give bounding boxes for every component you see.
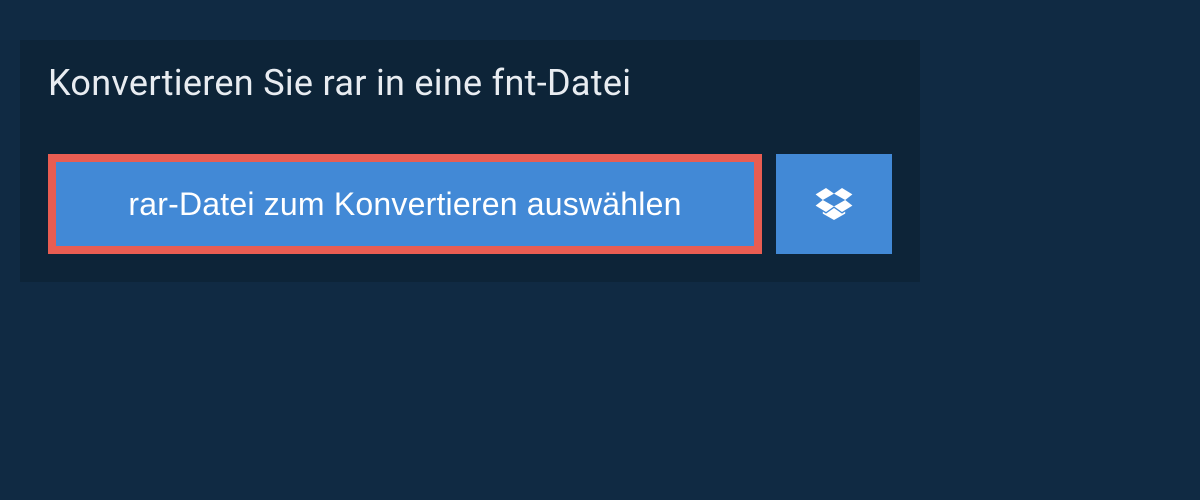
select-file-label: rar-Datei zum Konvertieren auswählen [128, 186, 681, 223]
select-file-button[interactable]: rar-Datei zum Konvertieren auswählen [56, 162, 754, 246]
page-container: Konvertieren Sie rar in eine fnt-Datei r… [0, 0, 1200, 322]
page-title: Konvertieren Sie rar in eine fnt-Datei [48, 62, 712, 104]
button-row: rar-Datei zum Konvertieren auswählen [20, 126, 920, 282]
title-bar: Konvertieren Sie rar in eine fnt-Datei [20, 40, 740, 126]
dropbox-button[interactable] [776, 154, 892, 254]
select-button-highlight: rar-Datei zum Konvertieren auswählen [48, 154, 762, 254]
converter-panel: Konvertieren Sie rar in eine fnt-Datei r… [20, 40, 920, 282]
dropbox-icon [814, 184, 854, 224]
